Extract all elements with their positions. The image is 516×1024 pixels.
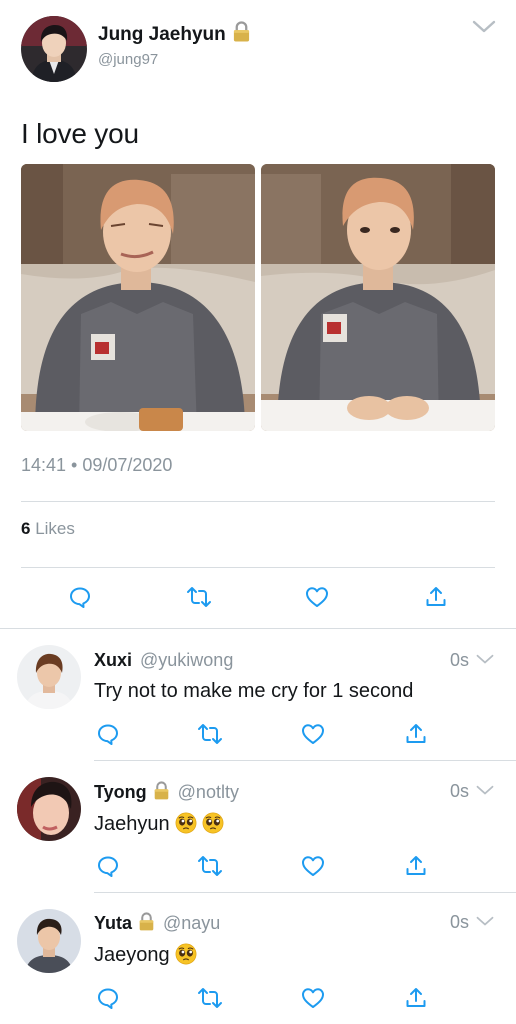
reply-text-content: Jaeyong bbox=[94, 944, 170, 966]
reply-avatar[interactable] bbox=[17, 777, 81, 841]
likes-label: Likes bbox=[30, 519, 75, 538]
share-icon bbox=[404, 854, 428, 878]
reply-author-handle: @nayu bbox=[163, 913, 221, 933]
like-button[interactable] bbox=[303, 583, 331, 611]
reply-text-content: Jaehyun bbox=[94, 813, 170, 835]
reply-author[interactable]: Yuta @nayu bbox=[94, 912, 220, 934]
reply-author[interactable]: Tyong @notlty bbox=[94, 781, 239, 803]
reply-author-name: Xuxi bbox=[94, 650, 133, 670]
reply-author-name: Tyong bbox=[94, 782, 147, 802]
share-icon bbox=[404, 986, 428, 1010]
tweet-photo[interactable] bbox=[21, 164, 255, 431]
reply-button[interactable] bbox=[94, 984, 122, 1012]
retweet-icon bbox=[197, 722, 223, 746]
reply-time: 0s bbox=[450, 912, 470, 932]
like-icon bbox=[301, 987, 325, 1009]
reply-avatar[interactable] bbox=[17, 645, 81, 709]
reply-text: Try not to make me cry for 1 second bbox=[94, 680, 414, 702]
like-icon bbox=[301, 855, 325, 877]
retweet-icon bbox=[197, 986, 223, 1010]
pleading-face-emoji bbox=[175, 943, 197, 965]
like-button[interactable] bbox=[299, 852, 327, 880]
author-name-text: Jung Jaehyun bbox=[98, 24, 226, 45]
reply-time: 0s bbox=[450, 781, 470, 801]
like-button[interactable] bbox=[299, 984, 327, 1012]
reply-icon bbox=[96, 722, 120, 746]
section-divider bbox=[94, 760, 516, 761]
reply-icon bbox=[96, 854, 120, 878]
author-handle[interactable]: @jung97 bbox=[98, 51, 158, 68]
chevron-down-icon[interactable] bbox=[472, 20, 496, 34]
share-button[interactable] bbox=[402, 720, 430, 748]
lock-icon bbox=[138, 912, 155, 931]
like-icon bbox=[301, 723, 325, 745]
like-icon bbox=[305, 586, 329, 608]
reply-icon bbox=[68, 585, 92, 609]
retweet-button[interactable] bbox=[185, 583, 213, 611]
share-button[interactable] bbox=[402, 852, 430, 880]
share-icon bbox=[404, 722, 428, 746]
like-button[interactable] bbox=[299, 720, 327, 748]
author-name[interactable]: Jung Jaehyun bbox=[98, 21, 251, 46]
share-button[interactable] bbox=[402, 984, 430, 1012]
retweet-icon bbox=[197, 854, 223, 878]
chevron-down-icon[interactable] bbox=[476, 785, 494, 796]
likes-link[interactable]: 6 Likes bbox=[21, 519, 75, 539]
reply-avatar[interactable] bbox=[17, 909, 81, 973]
chevron-down-icon[interactable] bbox=[476, 916, 494, 927]
reply-button[interactable] bbox=[66, 583, 94, 611]
reply-icon bbox=[96, 986, 120, 1010]
pleading-face-emoji bbox=[175, 812, 197, 834]
retweet-button[interactable] bbox=[196, 852, 224, 880]
reply-author-handle: @yukiwong bbox=[140, 650, 234, 670]
retweet-icon bbox=[186, 585, 212, 609]
lock-icon bbox=[153, 781, 170, 800]
section-divider bbox=[0, 628, 516, 629]
reply-text: Jaehyun bbox=[94, 812, 224, 836]
section-divider bbox=[94, 892, 516, 893]
reply-text: Jaeyong bbox=[94, 943, 197, 967]
reply-button[interactable] bbox=[94, 852, 122, 880]
retweet-button[interactable] bbox=[196, 720, 224, 748]
author-avatar[interactable] bbox=[21, 16, 87, 82]
reply-time: 0s bbox=[450, 650, 470, 670]
pleading-face-emoji bbox=[202, 812, 224, 834]
tweet-timestamp: 14:41 • 09/07/2020 bbox=[21, 455, 173, 475]
reply-author-handle: @notlty bbox=[177, 782, 239, 802]
chevron-down-icon[interactable] bbox=[476, 654, 494, 665]
reply-button[interactable] bbox=[94, 720, 122, 748]
lock-icon bbox=[232, 21, 251, 42]
retweet-button[interactable] bbox=[196, 984, 224, 1012]
reply-author[interactable]: Xuxi @yukiwong bbox=[94, 650, 233, 671]
tweet-text: I love you bbox=[21, 118, 139, 149]
tweet-photo[interactable] bbox=[261, 164, 495, 431]
share-icon bbox=[424, 585, 448, 609]
reply-author-name: Yuta bbox=[94, 913, 133, 933]
share-button[interactable] bbox=[422, 583, 450, 611]
divider bbox=[21, 501, 495, 502]
divider bbox=[21, 567, 495, 568]
